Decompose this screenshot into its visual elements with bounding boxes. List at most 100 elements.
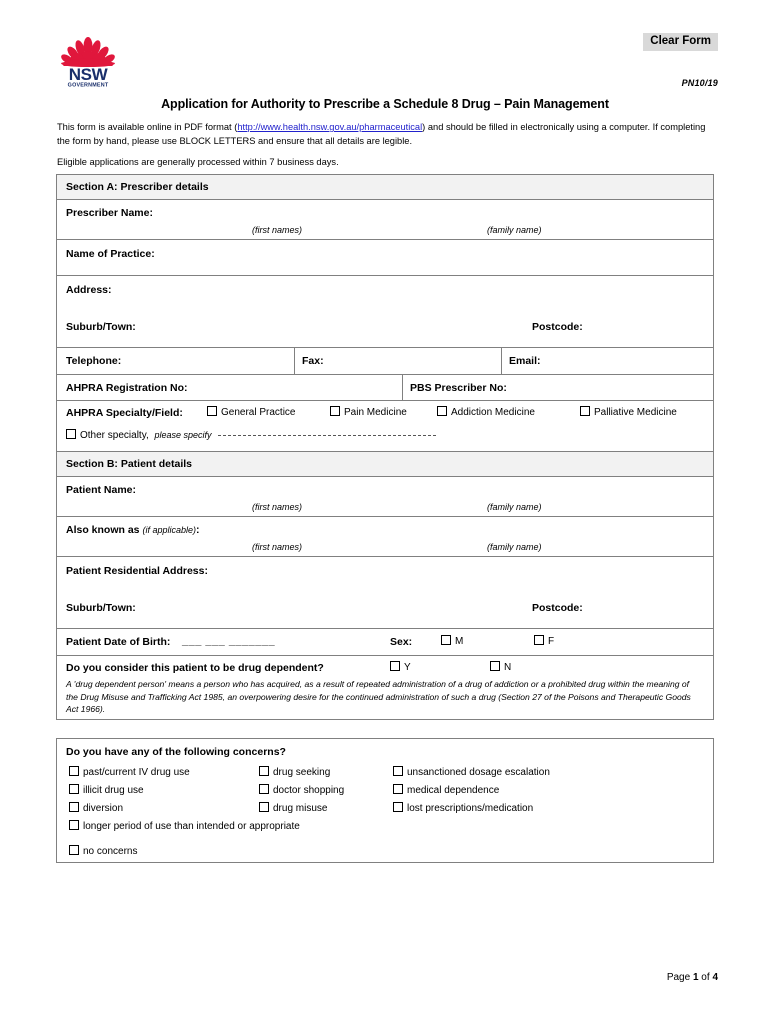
practice-name-row[interactable]: Name of Practice:: [57, 240, 713, 276]
checkbox-addiction-medicine-icon[interactable]: [437, 406, 447, 416]
drug-dependent-row[interactable]: Do you consider this patient to be drug …: [57, 656, 713, 719]
email-label: Email:: [509, 355, 541, 367]
prescriber-suburb-label: Suburb/Town:: [66, 321, 136, 333]
ahpra-registration-label: AHPRA Registration No:: [66, 382, 188, 394]
checkbox-palliative-medicine-icon[interactable]: [580, 406, 590, 416]
footer-page-prefix: Page: [666, 972, 693, 983]
other-specialty-input[interactable]: [218, 435, 437, 436]
concern-label-lost-prescriptions-medication: lost prescriptions/medication: [407, 803, 534, 814]
concern-option-longer-period-of-use[interactable]: longer period of use than intended or ap…: [69, 820, 300, 832]
concern-label-medical-dependence: medical dependence: [407, 785, 500, 796]
checkbox-unsanctioned-dosage-escalation-icon[interactable]: [393, 766, 403, 776]
checkbox-pain-medicine-icon[interactable]: [330, 406, 340, 416]
patient-sex-label: Sex:: [390, 636, 413, 648]
ahpra-specialty-label: AHPRA Specialty/Field:: [66, 407, 183, 419]
patient-aka-row[interactable]: Also known as (if applicable): (first nam…: [57, 517, 713, 557]
patient-aka-family-name-hint: (family name): [487, 542, 542, 552]
checkbox-sex-male-icon[interactable]: [441, 635, 451, 645]
telephone-label: Telephone:: [66, 355, 122, 367]
checkbox-no-concerns-icon[interactable]: [69, 845, 79, 855]
prescriber-family-name-hint: (family name): [487, 225, 542, 235]
sex-female-label: F: [548, 636, 555, 647]
checkbox-illicit-drug-use-icon[interactable]: [69, 784, 79, 794]
patient-aka-label-group: Also known as (if applicable):: [66, 524, 200, 536]
registration-numbers-row[interactable]: AHPRA Registration No: PBS Prescriber No…: [57, 375, 713, 401]
nsw-government-logo: NSW GOVERNMENT: [57, 30, 119, 88]
prescriber-address-row[interactable]: Address: Suburb/Town: Postcode:: [57, 276, 713, 348]
application-form-table: Section A: Prescriber details Prescriber…: [56, 174, 714, 720]
patient-dob-input[interactable]: ___ ___ _______: [182, 635, 275, 647]
concern-label-doctor-shopping: doctor shopping: [273, 785, 345, 796]
other-specialty-option[interactable]: Other specialty, please specify: [66, 429, 437, 441]
sex-option-male[interactable]: M: [441, 635, 463, 647]
checkbox-dependent-yes-icon[interactable]: [390, 661, 400, 671]
concern-option-drug-seeking[interactable]: drug seeking: [259, 766, 330, 778]
contact-divider-1: [294, 348, 295, 374]
fax-label: Fax:: [302, 355, 324, 367]
specialty-option-palliative-medicine[interactable]: Palliative Medicine: [580, 406, 677, 418]
page-title: Application for Authority to Prescribe a…: [161, 97, 609, 111]
clear-form-button[interactable]: Clear Form: [643, 33, 718, 51]
concerns-question: Do you have any of the following concern…: [66, 746, 286, 758]
specialty-option-pain-medicine[interactable]: Pain Medicine: [330, 406, 407, 418]
checkbox-longer-period-of-use-icon[interactable]: [69, 820, 79, 830]
concern-label-drug-seeking: drug seeking: [273, 767, 331, 778]
drug-dependent-question: Do you consider this patient to be drug …: [66, 662, 324, 674]
concern-option-doctor-shopping[interactable]: doctor shopping: [259, 784, 344, 796]
patient-aka-label: Also known as: [66, 524, 140, 536]
patient-family-name-hint: (family name): [487, 502, 542, 512]
prescriber-name-row[interactable]: Prescriber Name: (first names) (family n…: [57, 200, 713, 240]
other-specialty-hint: please specify: [154, 430, 212, 440]
registration-divider: [402, 375, 403, 400]
checkbox-dependent-no-icon[interactable]: [490, 661, 500, 671]
specialty-label-addiction-medicine: Addiction Medicine: [451, 407, 535, 418]
prescriber-postcode-label: Postcode:: [532, 321, 583, 333]
patient-name-row[interactable]: Patient Name: (first names) (family name…: [57, 477, 713, 517]
checkbox-drug-seeking-icon[interactable]: [259, 766, 269, 776]
contact-divider-2: [501, 348, 502, 374]
checkbox-medical-dependence-icon[interactable]: [393, 784, 403, 794]
checkbox-other-specialty-icon[interactable]: [66, 429, 76, 439]
concern-option-medical-dependence[interactable]: medical dependence: [393, 784, 499, 796]
footer-page-mid: of: [698, 972, 713, 983]
dependent-yes-label: Y: [404, 662, 411, 673]
pharmaceutical-services-link[interactable]: http://www.health.nsw.gov.au/pharmaceuti…: [237, 122, 422, 132]
patient-first-names-hint: (first names): [252, 502, 303, 512]
concern-option-drug-misuse[interactable]: drug misuse: [259, 802, 327, 814]
concern-option-illicit-drug-use[interactable]: illicit drug use: [69, 784, 144, 796]
other-specialty-label: Other specialty,: [80, 430, 149, 441]
concern-option-unsanctioned-dosage-escalation[interactable]: unsanctioned dosage escalation: [393, 766, 550, 778]
page-footer: Page 1 of 4: [667, 972, 718, 983]
concern-option-past-current-iv-drug-use[interactable]: past/current IV drug use: [69, 766, 190, 778]
drug-dependent-option-yes[interactable]: Y: [390, 661, 411, 673]
prescriber-contact-row[interactable]: Telephone: Fax: Email:: [57, 348, 713, 375]
specialty-label-palliative-medicine: Palliative Medicine: [594, 407, 677, 418]
concern-option-no-concerns[interactable]: no concerns: [69, 845, 137, 857]
sex-option-female[interactable]: F: [534, 635, 554, 647]
concern-option-lost-prescriptions-medication[interactable]: lost prescriptions/medication: [393, 802, 533, 814]
checkbox-general-practice-icon[interactable]: [207, 406, 217, 416]
prescriber-first-names-hint: (first names): [252, 225, 303, 235]
patient-address-row[interactable]: Patient Residential Address: Suburb/Town…: [57, 557, 713, 629]
specialty-option-addiction-medicine[interactable]: Addiction Medicine: [437, 406, 535, 418]
drug-dependent-option-no[interactable]: N: [490, 661, 511, 673]
concern-option-diversion[interactable]: diversion: [69, 802, 123, 814]
ahpra-specialty-row[interactable]: AHPRA Specialty/Field: General Practice …: [57, 401, 713, 452]
checkbox-diversion-icon[interactable]: [69, 802, 79, 812]
specialty-label-pain-medicine: Pain Medicine: [344, 407, 407, 418]
checkbox-lost-prescriptions-medication-icon[interactable]: [393, 802, 403, 812]
checkbox-past-current-iv-drug-use-icon[interactable]: [69, 766, 79, 776]
specialty-option-general-practice[interactable]: General Practice: [207, 406, 295, 418]
patient-aka-hint: (if applicable): [142, 525, 197, 535]
concerns-section: Do you have any of the following concern…: [56, 738, 714, 863]
sex-male-label: M: [455, 636, 464, 647]
checkbox-drug-misuse-icon[interactable]: [259, 802, 269, 812]
checkbox-sex-female-icon[interactable]: [534, 635, 544, 645]
concern-label-no-concerns: no concerns: [83, 846, 138, 857]
concern-label-drug-misuse: drug misuse: [273, 803, 328, 814]
section-a-heading: Section A: Prescriber details: [57, 175, 713, 200]
patient-dob-sex-row[interactable]: Patient Date of Birth: ___ ___ _______ S…: [57, 629, 713, 656]
logo-nsw-text: NSW: [69, 65, 109, 84]
checkbox-doctor-shopping-icon[interactable]: [259, 784, 269, 794]
patient-aka-first-names-hint: (first names): [252, 542, 303, 552]
